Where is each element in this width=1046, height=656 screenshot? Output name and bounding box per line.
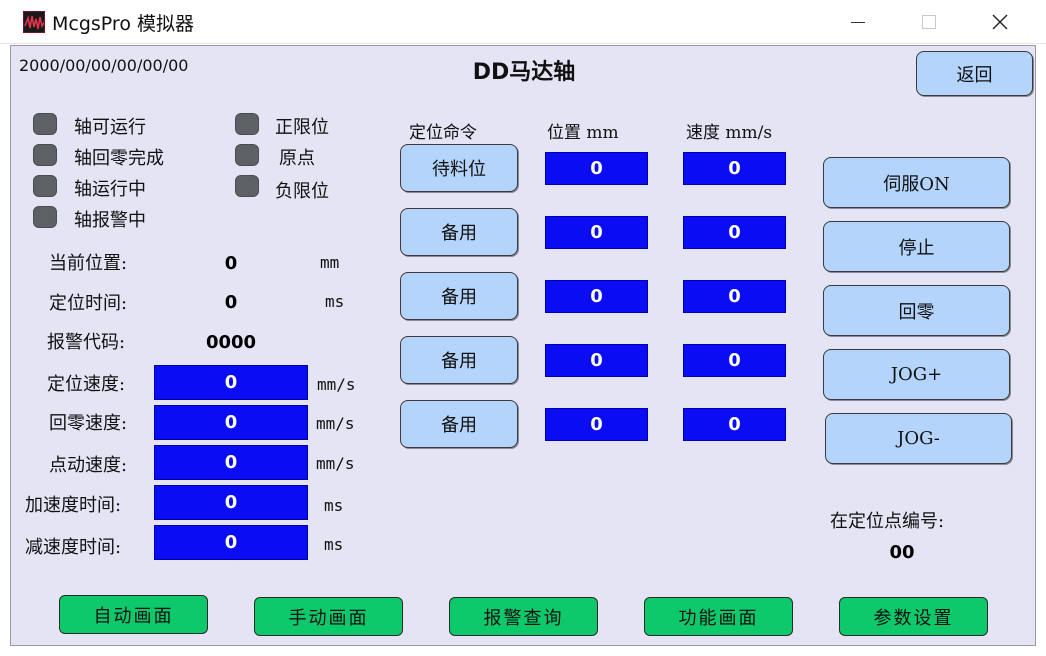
current-position-label: 当前位置: bbox=[49, 253, 128, 274]
homing-speed-input[interactable]: 0 bbox=[154, 405, 308, 440]
alarm-code-value: 0000 bbox=[205, 332, 257, 353]
column-header-position: 位置 mm bbox=[547, 123, 619, 143]
status-label-axis-ready: 轴可运行 bbox=[74, 117, 146, 138]
nav-function-screen-button[interactable]: 功能画面 bbox=[644, 597, 793, 636]
speed-value-input-0[interactable]: 0 bbox=[683, 152, 786, 185]
status-led-axis-ready bbox=[33, 113, 57, 135]
jog-minus-button[interactable]: JOG- bbox=[825, 413, 1012, 464]
speed-value-input-3[interactable]: 0 bbox=[683, 344, 786, 377]
hmi-screen: 2000/00/00/00/00/00 DD马达轴 返回 轴可运行 轴回零完成 … bbox=[10, 45, 1036, 646]
param-unit-homing-speed: mm/s bbox=[316, 414, 355, 433]
param-label-decel-time: 减速度时间: bbox=[25, 537, 122, 558]
param-unit-positioning-speed: mm/s bbox=[317, 375, 356, 394]
column-header-command: 定位命令 bbox=[409, 123, 477, 143]
maximize-icon bbox=[922, 15, 936, 29]
page-title: DD马达轴 bbox=[472, 60, 576, 85]
status-label-axis-running: 轴运行中 bbox=[74, 179, 146, 200]
current-position-value: 0 bbox=[224, 253, 238, 274]
maximize-button[interactable] bbox=[906, 0, 952, 44]
position-value-input-2[interactable]: 0 bbox=[545, 280, 648, 313]
position-value-input-3[interactable]: 0 bbox=[545, 344, 648, 377]
position-command-button-1[interactable]: 备用 bbox=[400, 208, 518, 256]
nav-auto-screen-button[interactable]: 自动画面 bbox=[59, 595, 208, 634]
home-button[interactable]: 回零 bbox=[823, 285, 1010, 336]
speed-value-input-1[interactable]: 0 bbox=[683, 216, 786, 249]
speed-value-input-2[interactable]: 0 bbox=[683, 280, 786, 313]
param-unit-jog-speed: mm/s bbox=[316, 454, 355, 473]
position-command-button-4[interactable]: 备用 bbox=[400, 400, 518, 448]
decel-time-input[interactable]: 0 bbox=[154, 525, 308, 560]
param-label-homing-speed: 回零速度: bbox=[49, 413, 128, 434]
status-led-axis-alarm bbox=[33, 206, 57, 228]
position-command-button-3[interactable]: 备用 bbox=[400, 336, 518, 384]
param-unit-decel-time: ms bbox=[324, 535, 344, 554]
accel-time-input[interactable]: 0 bbox=[154, 485, 308, 520]
status-label-negative-limit: 负限位 bbox=[275, 181, 329, 202]
position-value-input-1[interactable]: 0 bbox=[545, 216, 648, 249]
param-label-jog-speed: 点动速度: bbox=[49, 455, 128, 476]
status-led-negative-limit bbox=[235, 175, 259, 197]
param-label-accel-time: 加速度时间: bbox=[25, 495, 122, 516]
nav-parameter-settings-button[interactable]: 参数设置 bbox=[839, 597, 988, 636]
positioning-time-value: 0 bbox=[224, 292, 238, 313]
close-icon bbox=[992, 14, 1008, 30]
status-label-homing-done: 轴回零完成 bbox=[74, 148, 164, 169]
minimize-icon bbox=[851, 21, 865, 23]
position-value-input-0[interactable]: 0 bbox=[545, 152, 648, 185]
positioning-time-label: 定位时间: bbox=[49, 293, 128, 314]
positioning-time-unit: ms bbox=[325, 292, 345, 311]
point-number-value: 00 bbox=[889, 542, 915, 563]
window-titlebar: McgsPro 模拟器 bbox=[0, 0, 1046, 44]
nav-alarm-query-button[interactable]: 报警查询 bbox=[449, 597, 598, 636]
status-led-homing-done bbox=[33, 144, 57, 166]
nav-manual-screen-button[interactable]: 手动画面 bbox=[254, 597, 403, 636]
current-position-unit: mm bbox=[320, 253, 340, 272]
status-led-origin bbox=[235, 144, 259, 166]
servo-on-button[interactable]: 伺服ON bbox=[823, 157, 1010, 208]
stop-button[interactable]: 停止 bbox=[823, 221, 1010, 272]
jog-speed-input[interactable]: 0 bbox=[154, 445, 308, 480]
position-value-input-4[interactable]: 0 bbox=[545, 408, 648, 441]
point-number-label: 在定位点编号: bbox=[830, 511, 945, 532]
jog-plus-button[interactable]: JOG+ bbox=[823, 349, 1010, 400]
alarm-code-label: 报警代码: bbox=[47, 332, 126, 353]
position-command-button-2[interactable]: 备用 bbox=[400, 272, 518, 320]
status-led-positive-limit bbox=[235, 113, 259, 135]
position-command-button-0[interactable]: 待料位 bbox=[400, 144, 518, 192]
positioning-speed-input[interactable]: 0 bbox=[154, 365, 308, 400]
close-button[interactable] bbox=[977, 0, 1023, 44]
speed-value-input-4[interactable]: 0 bbox=[683, 408, 786, 441]
minimize-button[interactable] bbox=[835, 0, 881, 44]
status-led-axis-running bbox=[33, 175, 57, 197]
status-label-origin: 原点 bbox=[279, 148, 315, 169]
status-label-axis-alarm: 轴报警中 bbox=[74, 210, 146, 231]
status-label-positive-limit: 正限位 bbox=[275, 117, 329, 138]
window-title: McgsPro 模拟器 bbox=[52, 13, 194, 35]
app-logo-icon bbox=[23, 11, 45, 33]
back-button[interactable]: 返回 bbox=[916, 51, 1033, 96]
param-label-positioning-speed: 定位速度: bbox=[47, 374, 126, 395]
param-unit-accel-time: ms bbox=[324, 496, 344, 515]
column-header-speed: 速度 mm/s bbox=[686, 123, 773, 143]
